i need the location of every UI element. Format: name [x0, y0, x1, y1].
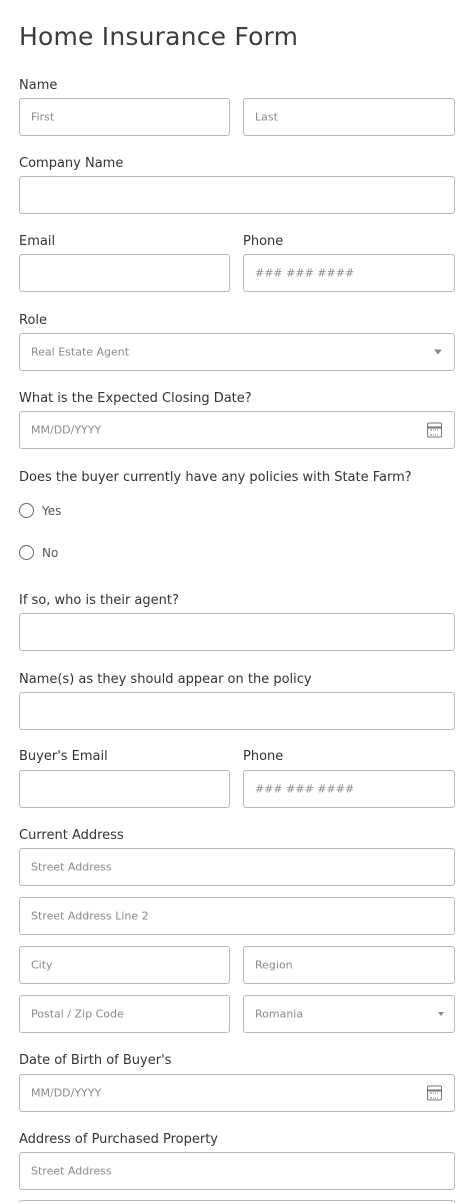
city-input[interactable]: City: [19, 946, 230, 984]
last-name-input[interactable]: Last: [243, 98, 455, 136]
country-selected-value: Romania: [255, 1007, 304, 1021]
company-label: Company Name: [19, 156, 124, 171]
email-input[interactable]: [19, 254, 230, 292]
dob-placeholder: MM/DD/YYYY: [31, 1086, 102, 1100]
form-title: Home Insurance Form: [19, 22, 299, 51]
first-name-input[interactable]: First: [19, 98, 230, 136]
calendar-icon[interactable]: [427, 1085, 442, 1101]
street-address-placeholder: Street Address: [31, 860, 112, 874]
phone-input[interactable]: ### ### ####: [243, 254, 455, 292]
policies-question: Does the buyer currently have any polici…: [19, 470, 412, 485]
agent-input[interactable]: [19, 613, 455, 651]
chevron-down-icon: [438, 1012, 444, 1016]
phone-placeholder: ### ### ####: [255, 266, 355, 280]
policy-names-input[interactable]: [19, 692, 455, 730]
purchased-street-placeholder: Street Address: [31, 1164, 112, 1178]
buyer-email-input[interactable]: [19, 770, 230, 808]
last-name-placeholder: Last: [255, 110, 278, 124]
policy-names-label: Name(s) as they should appear on the pol…: [19, 672, 312, 687]
role-label: Role: [19, 313, 48, 328]
closing-date-input[interactable]: MM/DD/YYYY: [19, 411, 455, 449]
radio-yes-circle[interactable]: [19, 503, 34, 518]
closing-date-placeholder: MM/DD/YYYY: [31, 423, 102, 437]
radio-no-circle[interactable]: [19, 545, 34, 560]
buyer-phone-input[interactable]: ### ### ####: [243, 770, 455, 808]
role-select[interactable]: Real Estate Agent: [19, 333, 455, 371]
radio-no-label: No: [42, 545, 59, 560]
role-selected-value: Real Estate Agent: [31, 345, 130, 359]
country-select[interactable]: Romania: [243, 995, 455, 1033]
region-input[interactable]: Region: [243, 946, 455, 984]
phone-label: Phone: [243, 234, 284, 249]
agent-label: If so, who is their agent?: [19, 593, 179, 608]
street-address-line2-placeholder: Street Address Line 2: [31, 909, 149, 923]
buyer-phone-placeholder: ### ### ####: [255, 782, 355, 796]
chevron-down-icon: [434, 349, 442, 355]
purchased-street-address-input[interactable]: Street Address: [19, 1152, 455, 1190]
dob-input[interactable]: MM/DD/YYYY: [19, 1074, 455, 1112]
buyer-phone-label: Phone: [243, 749, 284, 764]
radio-option-yes[interactable]: Yes: [19, 503, 61, 518]
dob-label: Date of Birth of Buyer's: [19, 1053, 172, 1068]
calendar-icon[interactable]: [427, 422, 442, 438]
email-label: Email: [19, 234, 56, 249]
postal-code-placeholder: Postal / Zip Code: [31, 1007, 124, 1021]
city-placeholder: City: [31, 958, 53, 972]
postal-code-input[interactable]: Postal / Zip Code: [19, 995, 230, 1033]
street-address-input[interactable]: Street Address: [19, 848, 455, 886]
current-address-label: Current Address: [19, 828, 124, 843]
buyer-email-label: Buyer's Email: [19, 749, 108, 764]
company-input[interactable]: [19, 176, 455, 214]
region-placeholder: Region: [255, 958, 293, 972]
radio-option-no[interactable]: No: [19, 545, 58, 560]
street-address-line2-input[interactable]: Street Address Line 2: [19, 897, 455, 935]
closing-date-label: What is the Expected Closing Date?: [19, 391, 252, 406]
first-name-placeholder: First: [31, 110, 55, 124]
name-label: Name: [19, 78, 58, 93]
radio-yes-label: Yes: [42, 503, 62, 518]
purchased-address-label: Address of Purchased Property: [19, 1132, 218, 1147]
